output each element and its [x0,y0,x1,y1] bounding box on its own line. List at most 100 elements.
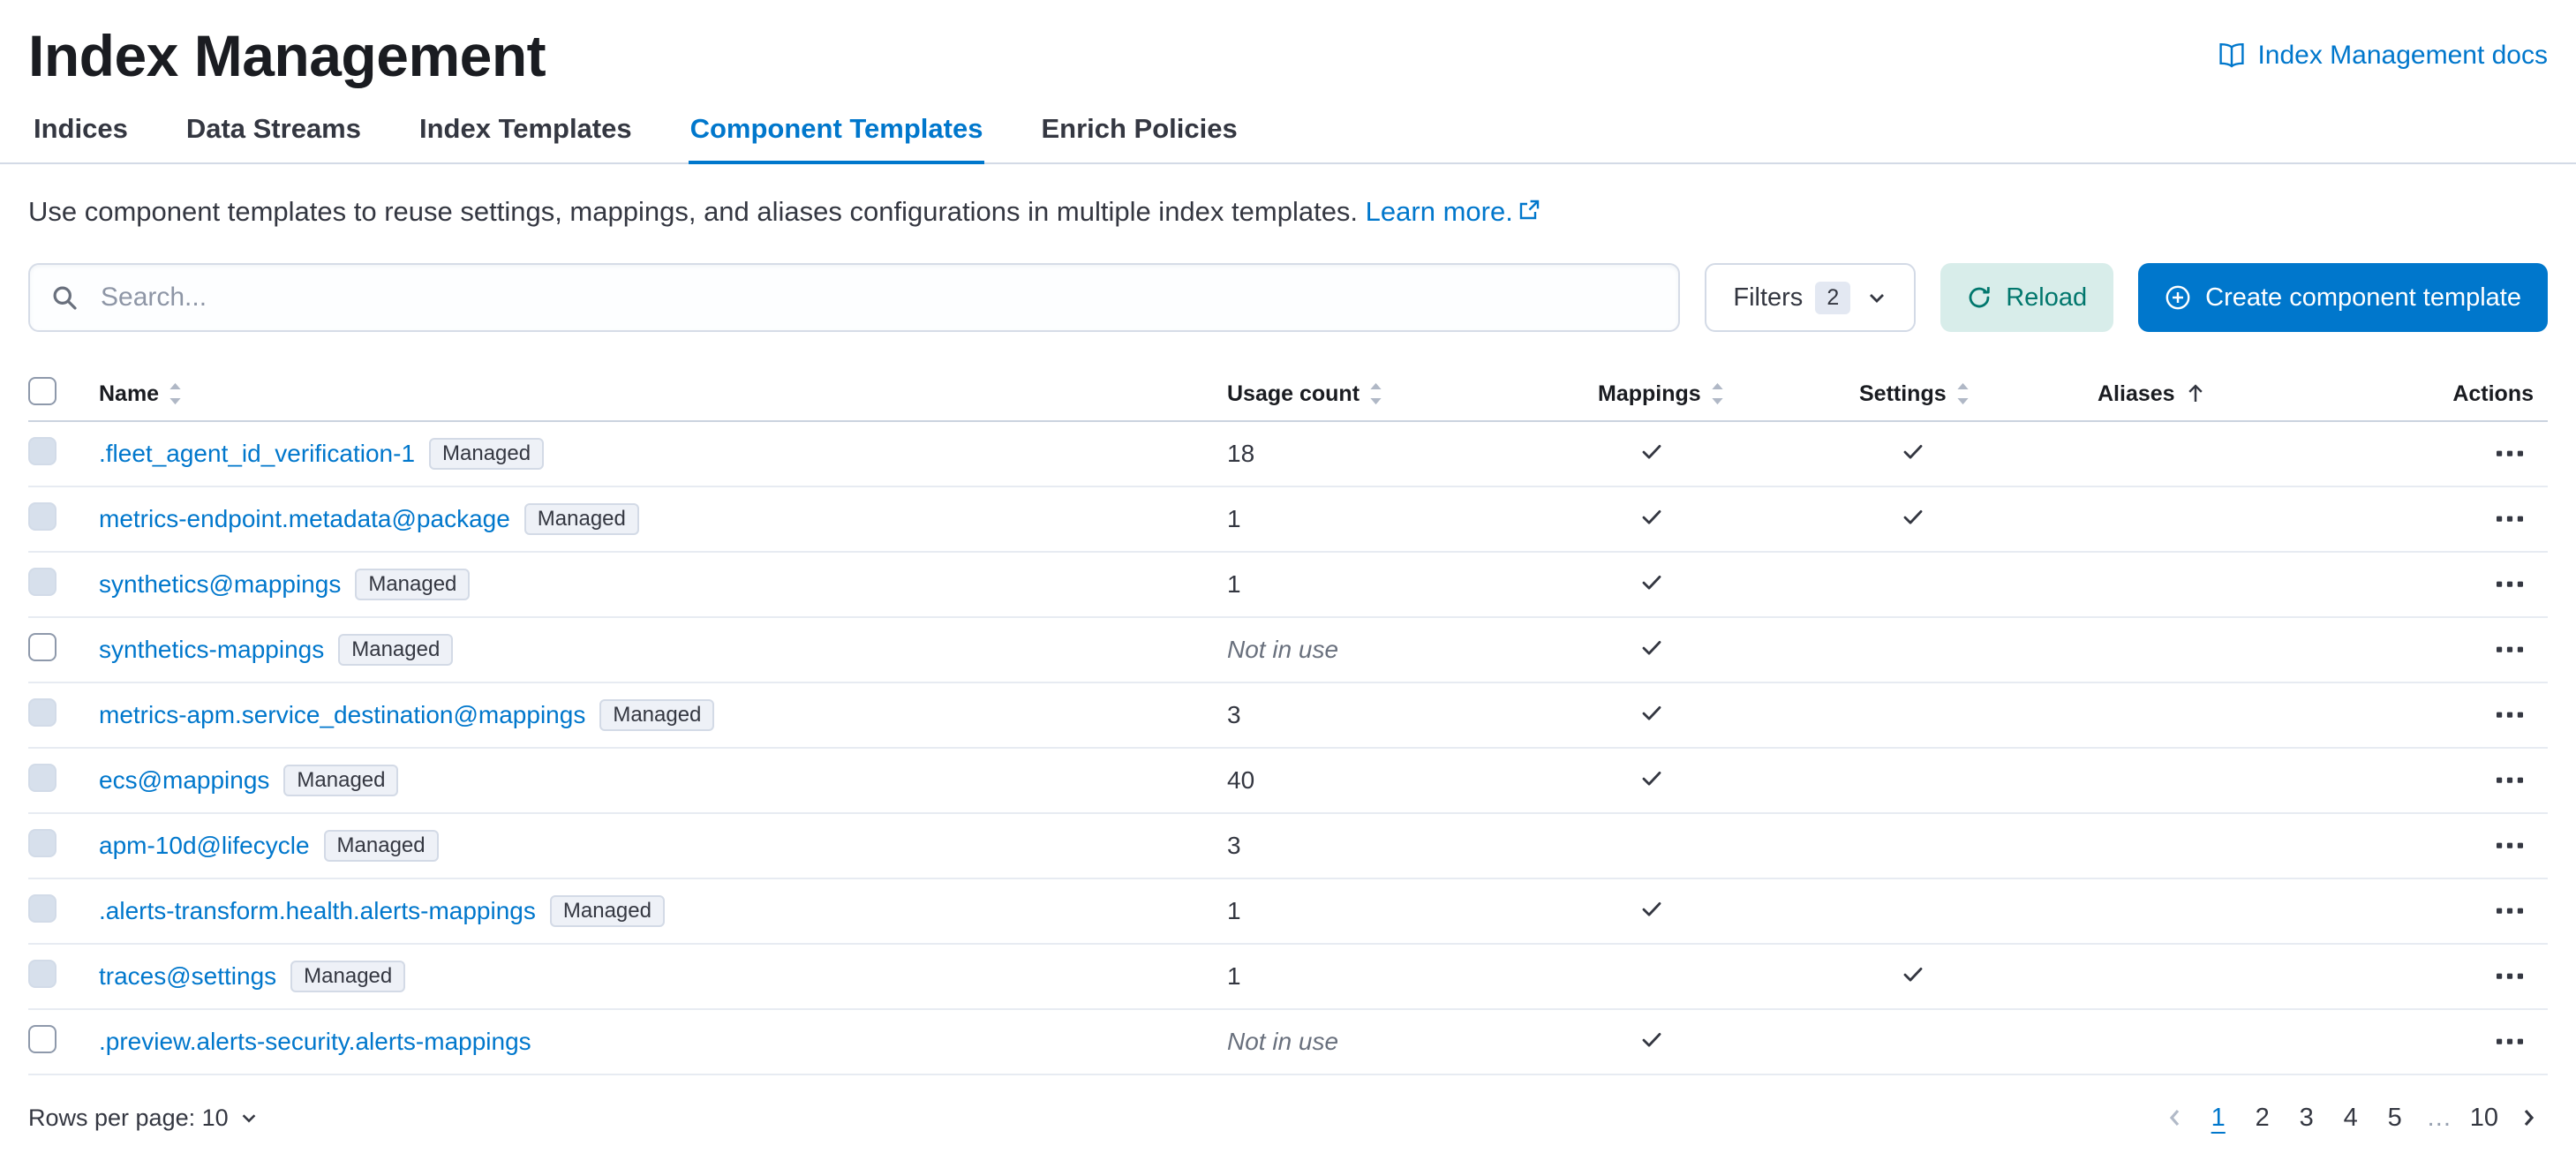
column-header-usage-count[interactable]: Usage count [1227,381,1598,407]
pagination-next-button[interactable] [2509,1100,2548,1135]
row-checkbox [28,437,56,465]
name-cell: apm-10d@lifecycle Managed [99,830,1227,862]
actions-cell [2324,441,2548,466]
search-icon [51,284,78,311]
row-checkbox-cell [28,1025,99,1059]
name-cell: .alerts-transform.health.alerts-mappings… [99,895,1227,927]
row-actions-button[interactable] [2488,637,2532,662]
pagination-page-3[interactable]: 3 [2286,1097,2327,1139]
pagination-prev-button[interactable] [2156,1100,2195,1135]
docs-book-icon [2218,41,2246,70]
component-template-link[interactable]: traces@settings [99,962,276,991]
column-header-settings[interactable]: Settings [1859,381,2098,407]
row-checkbox-cell [28,960,99,994]
mappings-check-icon [1638,765,1665,791]
pagination-page-10[interactable]: 10 [2463,1097,2505,1139]
component-template-link[interactable]: synthetics@mappings [99,570,341,599]
pagination-pages: 12345…10 [2198,1097,2505,1139]
row-actions-button[interactable] [2488,833,2532,858]
component-template-link[interactable]: apm-10d@lifecycle [99,832,310,860]
create-component-template-button[interactable]: Create component template [2138,263,2548,332]
table-row: .preview.alerts-security.alerts-mappings… [28,1010,2548,1075]
row-actions-button[interactable] [2488,441,2532,466]
row-checkbox-cell [28,437,99,471]
tab-indices[interactable]: Indices [32,99,130,162]
row-actions-button[interactable] [2488,572,2532,597]
row-actions-button[interactable] [2488,703,2532,727]
component-template-link[interactable]: .preview.alerts-security.alerts-mappings [99,1028,531,1056]
index-management-page: Index Management Index Management docs I… [0,0,2576,1176]
tab-component-templates[interactable]: Component Templates [689,99,985,162]
table-row: metrics-endpoint.metadata@package Manage… [28,487,2548,553]
pagination-page-1[interactable]: 1 [2198,1097,2239,1139]
row-checkbox [28,698,56,727]
actions-cell [2324,637,2548,662]
sort-icon [1710,382,1725,405]
learn-more-link[interactable]: Learn more. [1366,196,1540,227]
tab-enrich-policies[interactable]: Enrich Policies [1039,99,1239,162]
filters-button[interactable]: Filters 2 [1705,263,1916,332]
search-input[interactable] [28,263,1680,332]
docs-link[interactable]: Index Management docs [2218,41,2548,71]
row-checkbox-cell [28,764,99,798]
mappings-check-icon [1638,438,1665,464]
column-header-name[interactable]: Name [99,381,1227,407]
row-actions-button[interactable] [2488,768,2532,793]
sort-ascending-icon [2184,382,2207,405]
pagination-page-2[interactable]: 2 [2242,1097,2283,1139]
search-input-wrapper [28,263,1680,332]
mappings-cell [1598,765,1859,797]
tab-data-streams[interactable]: Data Streams [185,99,363,162]
boxes-horizontal-icon [2497,450,2523,457]
chevron-left-icon [2165,1107,2186,1128]
row-checkbox[interactable] [28,633,56,661]
actions-cell [2324,1029,2548,1054]
table-header: Name Usage count Mappings Settings Alias… [28,367,2548,422]
row-actions-button[interactable] [2488,899,2532,923]
column-header-aliases[interactable]: Aliases [2098,381,2324,407]
component-template-link[interactable]: .fleet_agent_id_verification-1 [99,440,415,468]
mappings-cell [1598,1026,1859,1059]
managed-badge: Managed [355,569,470,600]
sort-icon [1368,382,1383,405]
mappings-cell [1598,634,1859,667]
component-template-link[interactable]: ecs@mappings [99,766,269,795]
row-checkbox [28,829,56,857]
tab-index-templates[interactable]: Index Templates [418,99,634,162]
row-actions-button[interactable] [2488,964,2532,989]
pagination-page-4[interactable]: 4 [2331,1097,2371,1139]
pagination-page-5[interactable]: 5 [2375,1097,2415,1139]
managed-badge: Managed [324,830,439,862]
page-header: Index Management Index Management docs [28,19,2548,92]
row-actions-button[interactable] [2488,1029,2532,1054]
mappings-cell [1598,569,1859,601]
description: Use component templates to reuse setting… [28,192,2548,231]
row-checkbox[interactable] [28,1025,56,1053]
managed-badge: Managed [599,699,714,731]
rows-per-page-button[interactable]: Rows per page: 10 [28,1104,259,1132]
name-cell: ecs@mappings Managed [99,765,1227,796]
settings-check-icon [1900,503,1926,530]
usage-count: 1 [1227,962,1598,991]
component-template-link[interactable]: synthetics-mappings [99,636,324,664]
reload-button[interactable]: Reload [1940,263,2113,332]
name-cell: .preview.alerts-security.alerts-mappings [99,1028,1227,1056]
column-header-mappings[interactable]: Mappings [1598,381,1859,407]
mappings-check-icon [1638,699,1665,726]
chevron-right-icon [2518,1107,2539,1128]
component-template-link[interactable]: metrics-endpoint.metadata@package [99,505,510,533]
component-template-link[interactable]: .alerts-transform.health.alerts-mappings [99,897,536,925]
settings-cell [1859,503,2098,536]
table-row: synthetics-mappings Managed Not in use [28,618,2548,683]
boxes-horizontal-icon [2497,973,2523,980]
boxes-horizontal-icon [2497,1038,2523,1045]
actions-cell [2324,572,2548,597]
table-row: .alerts-transform.health.alerts-mappings… [28,879,2548,945]
actions-cell [2324,703,2548,727]
component-template-link[interactable]: metrics-apm.service_destination@mappings [99,701,585,729]
select-all-checkbox[interactable] [28,377,56,405]
row-actions-button[interactable] [2488,507,2532,531]
plus-in-circle-icon [2165,284,2191,311]
column-header-actions: Actions [2324,381,2548,407]
row-checkbox [28,764,56,792]
